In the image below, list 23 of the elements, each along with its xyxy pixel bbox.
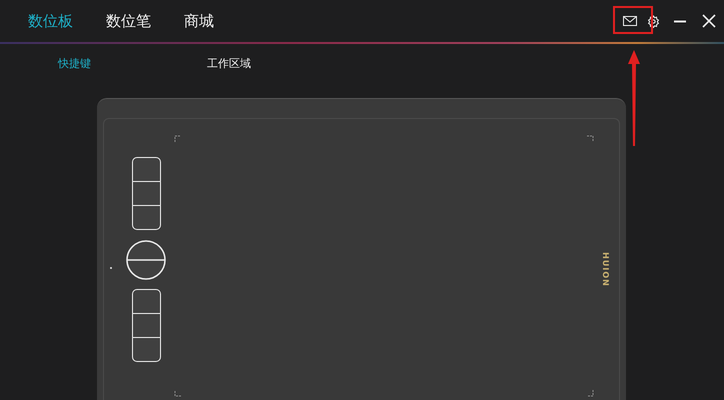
corner-mark-icon: [586, 389, 594, 397]
corner-mark-icon: [586, 135, 594, 143]
sub-tab[interactable]: 快捷键: [58, 56, 91, 70]
close-icon[interactable]: [702, 14, 716, 28]
brand-logo: HUION: [600, 252, 610, 286]
nav-tab[interactable]: 数位笔: [106, 12, 151, 30]
nav-tab[interactable]: 数位板: [28, 12, 73, 30]
express-key[interactable]: [132, 336, 160, 362]
corner-mark-icon: [174, 389, 182, 397]
settings-icon[interactable]: [647, 14, 660, 28]
indicator-light: [110, 266, 112, 268]
express-key[interactable]: [132, 288, 160, 314]
sub-tab[interactable]: 工作区域: [207, 56, 251, 70]
express-key[interactable]: [132, 180, 160, 206]
highlight-frame: [613, 6, 653, 34]
minimize-icon[interactable]: [674, 20, 686, 22]
express-key[interactable]: [132, 204, 160, 230]
express-key[interactable]: [132, 156, 160, 182]
corner-mark-icon: [174, 135, 182, 143]
express-key[interactable]: [132, 312, 160, 338]
mail-icon[interactable]: [623, 16, 637, 26]
split-dial-icon[interactable]: [126, 240, 166, 280]
nav-tab[interactable]: 商城: [184, 12, 214, 30]
